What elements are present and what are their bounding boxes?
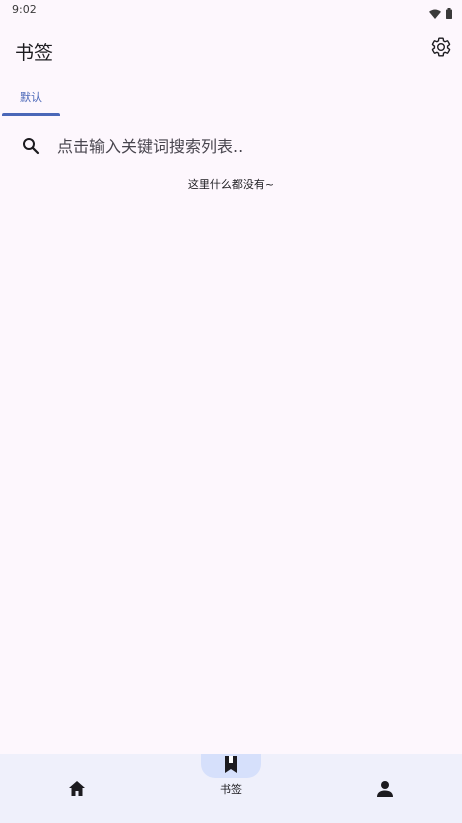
- nav-active-indicator: [201, 754, 261, 778]
- settings-button[interactable]: [428, 36, 454, 62]
- tab-bar: 默认: [0, 80, 462, 118]
- person-icon: [375, 779, 395, 799]
- nav-item-profile[interactable]: [308, 754, 462, 823]
- tab-default[interactable]: 默认: [2, 80, 60, 118]
- nav-label-bookmarks: 书签: [220, 783, 242, 796]
- empty-state-text: 这里什么都没有~: [187, 178, 275, 191]
- battery-icon: [446, 4, 452, 23]
- status-icons: [429, 4, 452, 23]
- nav-item-bookmarks[interactable]: 书签: [154, 754, 308, 823]
- app-bar: 书签: [0, 28, 462, 72]
- wifi-icon: [429, 4, 441, 23]
- settings-gear-icon: [430, 36, 452, 62]
- nav-item-home[interactable]: [0, 754, 154, 823]
- bottom-navigation: 书签: [0, 754, 462, 823]
- status-bar: 9:02: [0, 0, 462, 20]
- tab-label: 默认: [20, 91, 42, 104]
- search-input[interactable]: [57, 133, 437, 159]
- bookmark-icon: [223, 754, 239, 778]
- search-bar[interactable]: [0, 126, 462, 166]
- bookmarks-screen: 9:02 书签 默认 点击输入关键词搜索列表.. 这里什么都没有~ 书签: [0, 0, 462, 823]
- page-title: 书签: [15, 42, 54, 64]
- home-icon: [67, 779, 87, 799]
- tab-indicator: [2, 113, 60, 116]
- search-icon: [22, 137, 40, 155]
- status-time: 9:02: [12, 3, 37, 16]
